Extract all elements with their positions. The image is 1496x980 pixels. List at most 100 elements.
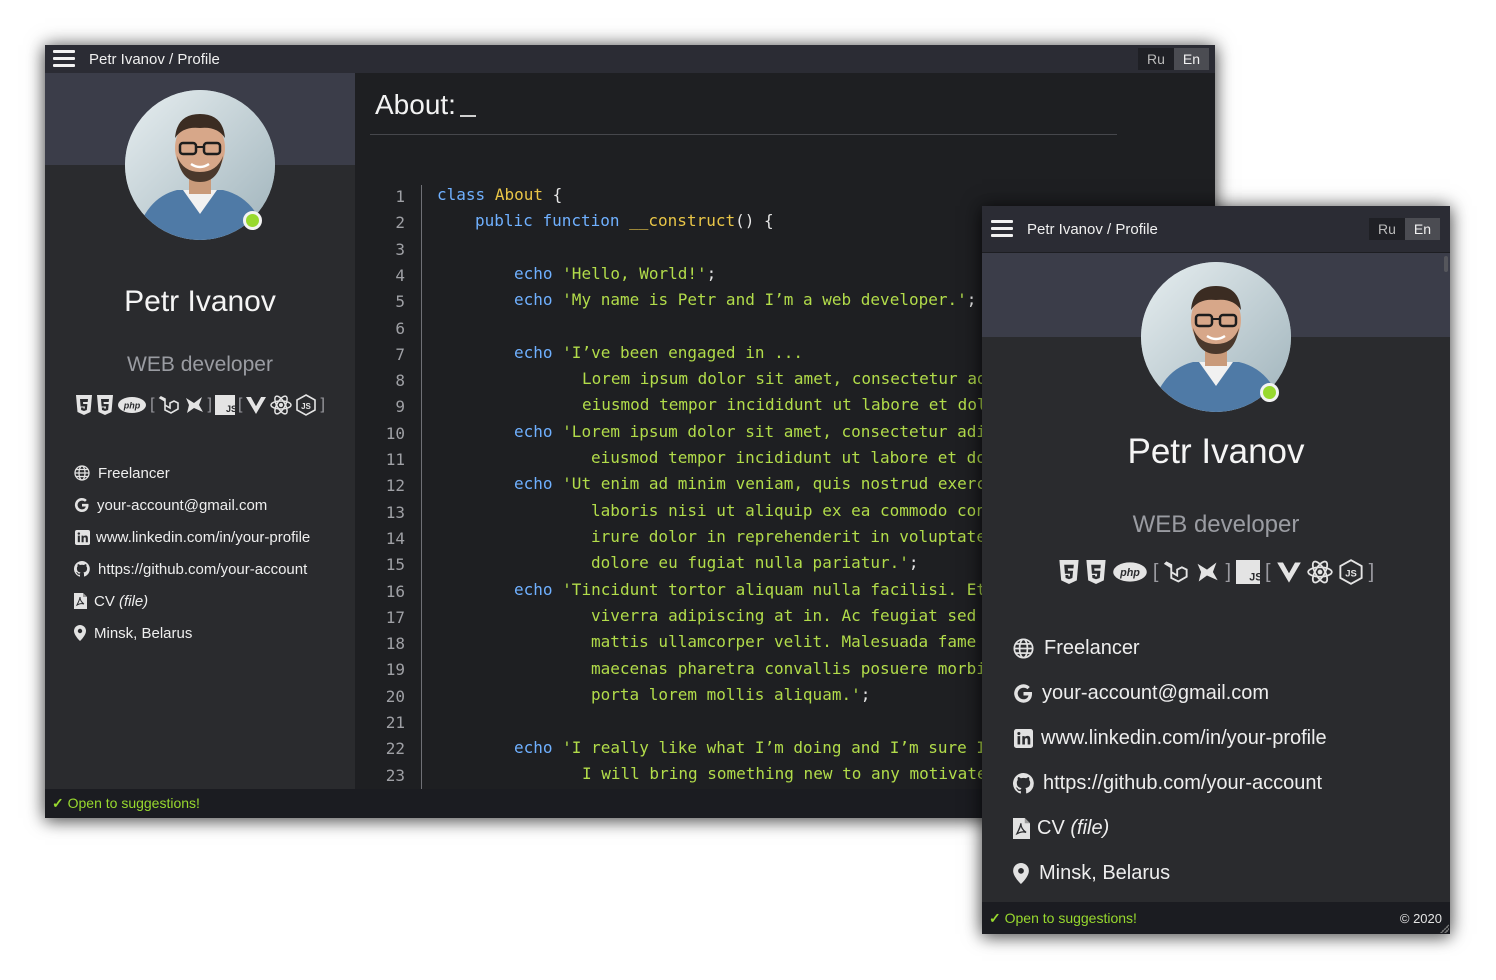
- github-icon: [73, 561, 91, 577]
- bracket-open: [: [1152, 560, 1159, 583]
- line-number: 22: [385, 739, 405, 759]
- line-number: 18: [385, 634, 405, 654]
- contact-cv[interactable]: CV (file): [1012, 806, 1327, 851]
- code-line-8: Lorem ipsum dolor sit amet, consectetur …: [582, 369, 985, 388]
- code-line-11: eiusmod tempor incididunt ut labore et d…: [591, 448, 985, 467]
- mobile-online-status-icon: [1260, 383, 1279, 402]
- pdf-file-icon: [1012, 818, 1030, 839]
- mobile-status-bar: ✓ Open to suggestions! © 2020: [982, 902, 1450, 934]
- js-icon: JS: [215, 395, 235, 415]
- copyright: © 2020: [1399, 910, 1442, 926]
- contact-linkedin[interactable]: www.linkedin.com/in/your-profile: [73, 521, 310, 553]
- profile-name: Petr Ivanov: [124, 285, 276, 318]
- html5-icon: [75, 395, 93, 415]
- code-line-5: echo 'My name is Petr and I’m a web deve…: [514, 290, 977, 309]
- linkedin-icon: [1012, 729, 1034, 748]
- linkedin-icon: [73, 529, 91, 545]
- line-number: 14: [385, 528, 405, 548]
- code-line-12: echo 'Ut enim ad minim veniam, quis nost…: [514, 474, 985, 493]
- contact-email[interactable]: your-account@gmail.com: [73, 489, 310, 521]
- html5-icon: [1058, 560, 1080, 584]
- contact-linkedin[interactable]: www.linkedin.com/in/your-profile: [1012, 716, 1327, 761]
- map-marker-icon: [1012, 863, 1030, 884]
- code-line-4: echo 'Hello, World!';: [514, 264, 717, 283]
- code-line-22: echo 'I really like what I’m doing and I…: [514, 738, 985, 757]
- contact-location: Minsk, Belarus: [1012, 851, 1327, 896]
- contact-cv[interactable]: CV (file): [73, 585, 310, 617]
- code-line-16: echo 'Tincidunt tortor aliquam nulla fac…: [514, 580, 985, 599]
- bracket-close-2: ]: [1368, 560, 1375, 583]
- line-number: 6: [395, 318, 405, 338]
- react-icon: [270, 395, 293, 415]
- code-line-14: irure dolor in reprehenderit in voluptat…: [591, 527, 985, 546]
- css3-icon: [1085, 560, 1107, 584]
- lang-en-button[interactable]: En: [1173, 48, 1209, 70]
- mobile-window: Petr Ivanov / Profile Ru En Petr Ivanov …: [982, 206, 1450, 934]
- about-divider: [370, 134, 1117, 135]
- mobile-contacts-list: Freelancer your-account@gmail.com www.li…: [1012, 626, 1327, 896]
- code-line-13: laboris nisi ut aliquip ex ea commodo co…: [591, 501, 985, 520]
- globe-icon: [1012, 638, 1034, 659]
- css3-icon: [96, 395, 114, 415]
- about-title: About:: [375, 89, 476, 121]
- line-number: 19: [385, 660, 405, 680]
- code-line-7: echo 'I’ve been engaged in ...: [514, 343, 803, 362]
- vue-icon: [245, 395, 267, 415]
- php-icon: php: [1112, 561, 1148, 583]
- line-number: 7: [395, 344, 405, 364]
- mobile-menu-icon[interactable]: [991, 220, 1013, 238]
- contact-email[interactable]: your-account@gmail.com: [1012, 671, 1327, 716]
- contact-github[interactable]: https://github.com/your-account: [1012, 761, 1327, 806]
- bracket-open-2: [: [1265, 560, 1271, 583]
- mobile-scrollbar[interactable]: [1444, 256, 1448, 272]
- svg-text:JS: JS: [226, 404, 235, 414]
- code-line-23: I will bring something new to any motiva…: [582, 764, 985, 783]
- mobile-language-switch: Ru En: [1368, 218, 1440, 240]
- resize-grip-icon[interactable]: [1439, 923, 1449, 933]
- js-icon: JS: [1236, 560, 1260, 584]
- line-number: 17: [385, 607, 405, 627]
- code-gutter: [421, 185, 422, 789]
- line-number: 10: [385, 423, 405, 443]
- code-line-17: viverra adipiscing at in. Ac feugiat sed: [591, 606, 977, 625]
- contact-github[interactable]: https://github.com/your-account: [73, 553, 310, 585]
- mobile-lang-en-button[interactable]: En: [1404, 218, 1440, 240]
- menu-icon[interactable]: [53, 50, 75, 68]
- profile-role: WEB developer: [127, 353, 273, 376]
- contact-freelancer: Freelancer: [1012, 626, 1327, 671]
- code-line-1: class About {: [437, 185, 563, 204]
- bracket-close: ]: [1225, 560, 1231, 583]
- code-line-20: porta lorem mollis aliquam.';: [591, 685, 871, 704]
- mobile-lang-ru-button[interactable]: Ru: [1368, 218, 1405, 240]
- bracket-close-2: ]: [320, 396, 325, 413]
- react-icon: [1306, 560, 1333, 584]
- google-icon: [1012, 683, 1034, 704]
- lang-ru-button[interactable]: Ru: [1137, 48, 1174, 70]
- line-number: 16: [385, 581, 405, 601]
- mobile-window-title: Petr Ivanov / Profile: [1027, 220, 1158, 238]
- bracket-close: ]: [207, 396, 212, 413]
- line-number: 2: [395, 213, 405, 233]
- svg-text:JS: JS: [1249, 571, 1260, 583]
- code-block: 1 2 3 4 5 6 7 8 9 10 11 12 13 14 15 16 17 18 19 20 21 22 23 cl…: [375, 185, 985, 789]
- symfony-icon: [183, 395, 205, 415]
- check-icon: ✓: [52, 795, 64, 811]
- line-number: 5: [395, 292, 405, 312]
- map-marker-icon: [73, 625, 87, 641]
- svg-text:JS: JS: [302, 402, 312, 411]
- code-line-19: maecenas pharetra convallis posuere morb…: [591, 659, 985, 678]
- contacts-list: Freelancer your-account@gmail.com www.li…: [73, 457, 310, 649]
- contact-location: Minsk, Belarus: [73, 617, 310, 649]
- line-number: 1: [395, 187, 405, 206]
- svg-text:php: php: [123, 401, 141, 411]
- mobile-profile-name: Petr Ivanov: [1127, 432, 1305, 471]
- line-number: 12: [385, 476, 405, 496]
- line-number: 23: [385, 765, 405, 785]
- text-cursor: [459, 115, 476, 117]
- online-status-icon: [243, 211, 262, 230]
- line-number: 9: [395, 397, 405, 417]
- titlebar: Petr Ivanov / Profile Ru En: [45, 45, 1215, 73]
- pdf-file-icon: [73, 593, 88, 609]
- window-title: Petr Ivanov / Profile: [89, 50, 220, 68]
- skills-icons: php [ ] JS [ JS ]: [45, 393, 355, 417]
